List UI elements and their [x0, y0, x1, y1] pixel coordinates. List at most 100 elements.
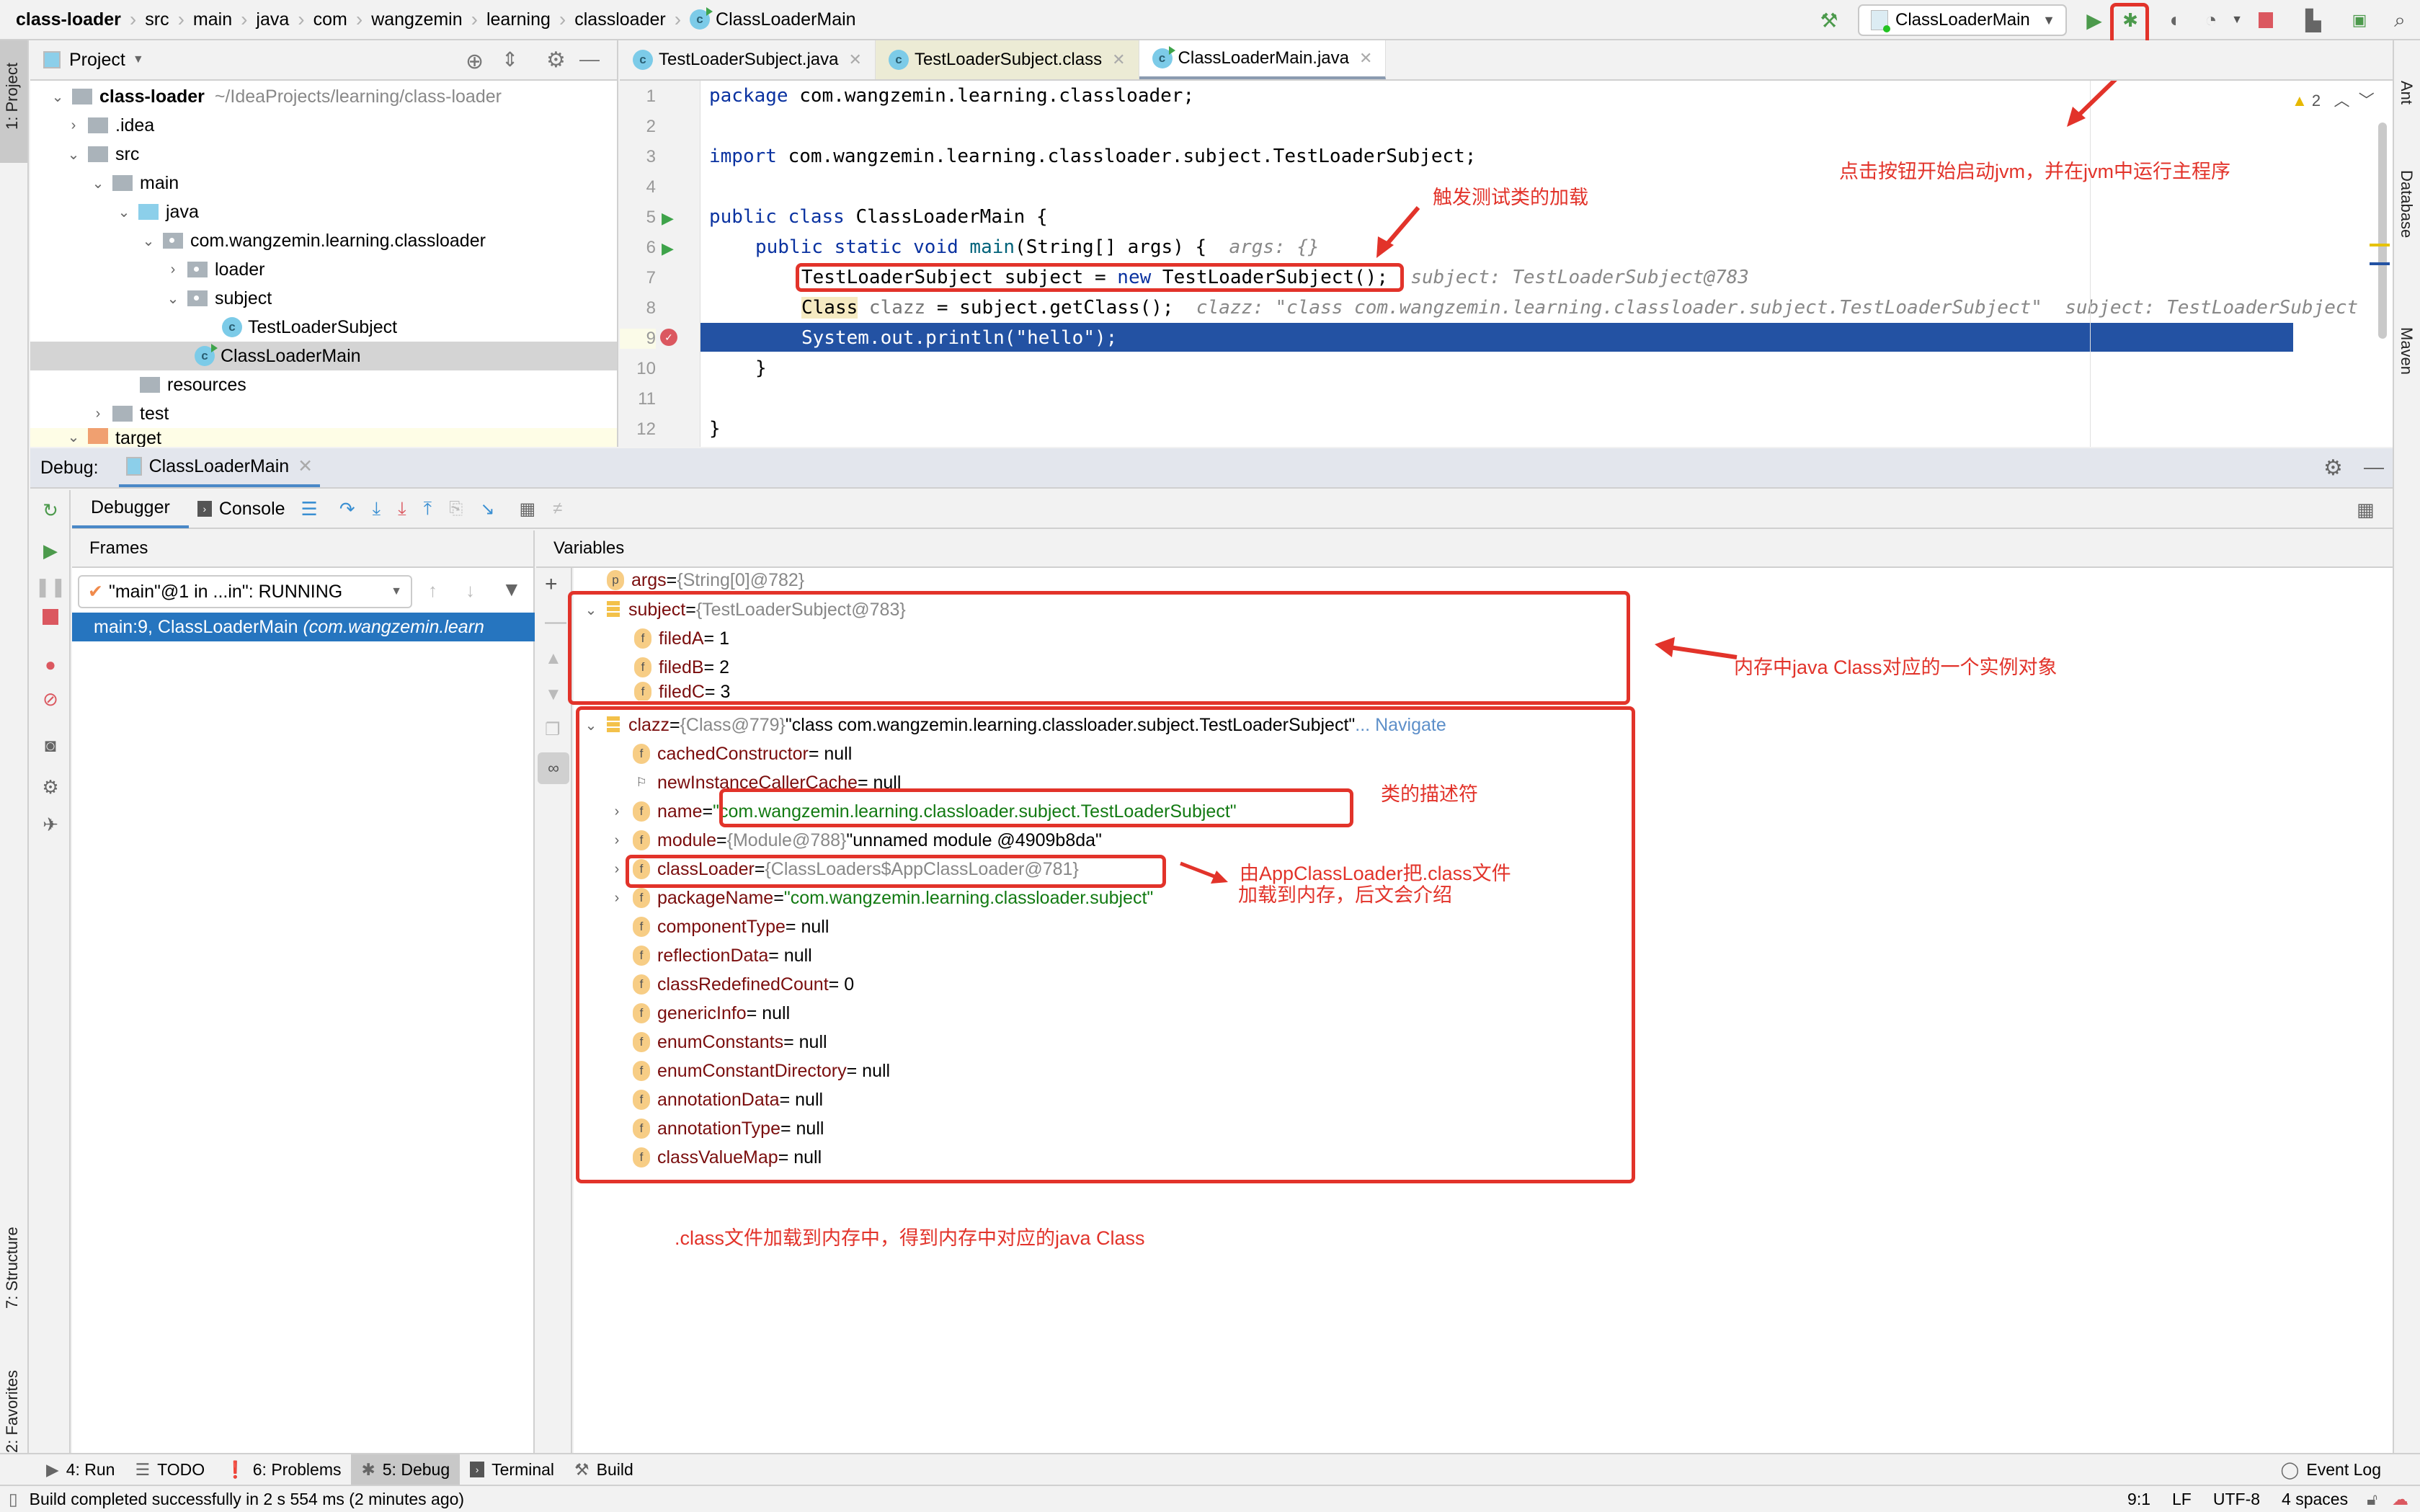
view-breakpoints-icon[interactable]: ●: [39, 653, 62, 676]
tree-item-classloadermain[interactable]: c ClassLoaderMain: [30, 342, 617, 370]
tool-tab-structure[interactable]: 7: Structure: [3, 1227, 22, 1309]
step-into-icon[interactable]: ⤓: [373, 497, 381, 520]
locate-icon[interactable]: ⊕: [466, 49, 484, 74]
tree-item-idea[interactable]: › .idea: [30, 111, 617, 140]
tree-item-target[interactable]: ⌄ target: [30, 428, 617, 447]
tree-item-root[interactable]: ⌄ class-loader ~/IdeaProjects/learning/c…: [30, 82, 617, 111]
tool-window-debug[interactable]: ✱ 5: Debug: [351, 1454, 461, 1485]
tree-item-test[interactable]: › test: [30, 399, 617, 428]
chevron-down-icon[interactable]: ﹀: [2359, 92, 2375, 110]
step-over-icon[interactable]: ↷: [339, 498, 355, 520]
breadcrumb-java[interactable]: java: [256, 9, 289, 30]
tree-item-package[interactable]: ⌄ com.wangzemin.learning.classloader: [30, 226, 617, 255]
gear-icon[interactable]: ⚙: [546, 48, 566, 73]
build-hammer-icon[interactable]: ⚒: [1816, 7, 1842, 33]
resume-icon[interactable]: ▶: [39, 539, 62, 562]
close-icon[interactable]: ✕: [1359, 49, 1372, 68]
camera-icon[interactable]: ◙: [39, 734, 62, 757]
hide-icon[interactable]: —: [2364, 455, 2384, 479]
evaluate-expression-icon[interactable]: ▦: [519, 499, 535, 520]
tree-item-java[interactable]: ⌄ java: [30, 197, 617, 226]
collapse-all-icon[interactable]: ⇕: [502, 48, 518, 71]
breadcrumb-wangzemin[interactable]: wangzemin: [371, 9, 462, 30]
inspection-widget[interactable]: ▲ 2 ︿ ﹀: [2292, 88, 2375, 111]
indent-setting[interactable]: 4 spaces: [2282, 1490, 2348, 1509]
profile-icon[interactable]: ◔: [2198, 7, 2224, 33]
gear-icon[interactable]: ⚙: [39, 775, 62, 799]
move-up-icon[interactable]: ▲: [545, 649, 562, 669]
step-out-icon[interactable]: ⤒: [424, 497, 432, 520]
run-to-cursor-icon[interactable]: ↘: [480, 499, 494, 520]
tab-classloadermain-java[interactable]: c ClassLoaderMain.java ✕: [1139, 40, 1387, 79]
code-editor[interactable]: 1 2 3 4 5 6 7 8 9 10 11 12 ▶ ▶ ✓ package…: [620, 81, 2393, 447]
breadcrumb-project[interactable]: class-loader: [16, 9, 121, 30]
update-icon[interactable]: ☁: [2392, 1490, 2408, 1509]
status-message[interactable]: Build completed successfully in 2 s 554 …: [30, 1490, 464, 1509]
search-icon[interactable]: ⌕: [2387, 7, 2413, 33]
thread-select[interactable]: ✔ "main"@1 in ...in": RUNNING ▼: [78, 575, 412, 608]
tab-testloadersubject-java[interactable]: c TestLoaderSubject.java ✕: [620, 40, 876, 79]
close-icon[interactable]: ✕: [1112, 50, 1125, 69]
breadcrumb-learning[interactable]: learning: [486, 9, 551, 30]
variable-row-args[interactable]: p args = {String[0]@782}: [607, 568, 804, 592]
breakpoint-icon[interactable]: ✓: [660, 329, 677, 346]
close-icon[interactable]: ✕: [298, 455, 313, 477]
debug-session-tab[interactable]: ClassLoaderMain ✕: [118, 448, 321, 487]
tool-tab-maven[interactable]: Maven: [2397, 327, 2416, 375]
frame-row-selected[interactable]: main:9, ClassLoaderMain (com.wangzemin.l…: [72, 613, 535, 641]
tab-debugger[interactable]: Debugger: [72, 489, 189, 528]
tab-console[interactable]: › Console: [189, 499, 294, 520]
run-gutter-icon[interactable]: ▶: [662, 239, 674, 258]
stop-icon[interactable]: [39, 605, 62, 628]
run-configuration-select[interactable]: ClassLoaderMain ▼: [1858, 4, 2067, 36]
tree-item-resources[interactable]: resources: [30, 370, 617, 399]
add-watch-icon[interactable]: +: [545, 572, 558, 597]
lock-icon[interactable]: 🔓︎: [2367, 1490, 2377, 1509]
tab-testloadersubject-class[interactable]: c TestLoaderSubject.class ✕: [875, 40, 1139, 79]
project-structure-icon[interactable]: ▙: [2300, 7, 2326, 33]
layout-settings-icon[interactable]: ▦: [2357, 499, 2375, 521]
tree-item-subject[interactable]: ⌄ subject: [30, 284, 617, 313]
pause-icon[interactable]: ❚❚: [35, 575, 66, 598]
tool-window-problems[interactable]: ❗ 6: Problems: [215, 1454, 351, 1485]
tool-window-run[interactable]: ▶ 4: Run: [36, 1454, 125, 1485]
drop-frame-icon[interactable]: ⎘: [449, 499, 463, 519]
breadcrumb-src[interactable]: src: [145, 9, 169, 30]
line-separator[interactable]: LF: [2172, 1490, 2192, 1509]
tool-tab-database[interactable]: Database: [2397, 170, 2416, 238]
breadcrumb-classloader[interactable]: classloader: [574, 9, 665, 30]
breadcrumb-classloadermain[interactable]: c ClassLoaderMain: [690, 7, 856, 30]
arrow-down-icon[interactable]: ↓: [466, 579, 475, 602]
glasses-icon[interactable]: ∞: [538, 752, 569, 784]
trace-stream-icon[interactable]: ≠: [553, 499, 562, 519]
gear-icon[interactable]: ⚙: [2323, 455, 2343, 481]
breadcrumb-com[interactable]: com: [313, 9, 347, 30]
tree-item-loader[interactable]: › loader: [30, 255, 617, 284]
tool-tab-ant[interactable]: Ant: [2397, 81, 2416, 104]
tree-item-main[interactable]: ⌄ main: [30, 169, 617, 197]
caret-position[interactable]: 9:1: [2127, 1490, 2150, 1509]
mute-breakpoints-icon[interactable]: ⊘: [39, 688, 62, 711]
tool-window-todo[interactable]: ☰ TODO: [125, 1454, 215, 1485]
filter-icon[interactable]: ▼: [502, 578, 522, 601]
editor-scrollbar[interactable]: [2378, 123, 2387, 339]
project-view-select[interactable]: Project: [69, 50, 125, 71]
breadcrumb-main[interactable]: main: [193, 9, 232, 30]
run-gutter-icon[interactable]: ▶: [662, 209, 674, 228]
run-icon[interactable]: ▶: [2081, 7, 2107, 33]
chevron-down-icon[interactable]: ▼: [133, 53, 144, 66]
chevron-up-icon[interactable]: ︿: [2334, 92, 2350, 110]
force-step-into-icon[interactable]: ⤓: [398, 497, 406, 520]
tool-window-build[interactable]: ⚒ Build: [564, 1454, 644, 1485]
arrow-up-icon[interactable]: ↑: [428, 579, 437, 602]
tool-tab-project[interactable]: 1: Project: [3, 63, 22, 130]
tool-window-terminal[interactable]: › Terminal: [460, 1454, 564, 1485]
tree-item-src[interactable]: ⌄ src: [30, 140, 617, 169]
warning-stripe[interactable]: [2370, 244, 2390, 246]
duplicate-icon[interactable]: ❐: [545, 719, 561, 740]
terminal-window-icon[interactable]: ▣: [2346, 7, 2372, 33]
pin-icon[interactable]: ✈: [39, 813, 62, 836]
move-down-icon[interactable]: ▼: [545, 685, 562, 705]
show-execution-point-icon[interactable]: ☰: [301, 498, 318, 520]
hide-icon[interactable]: —: [579, 48, 600, 71]
